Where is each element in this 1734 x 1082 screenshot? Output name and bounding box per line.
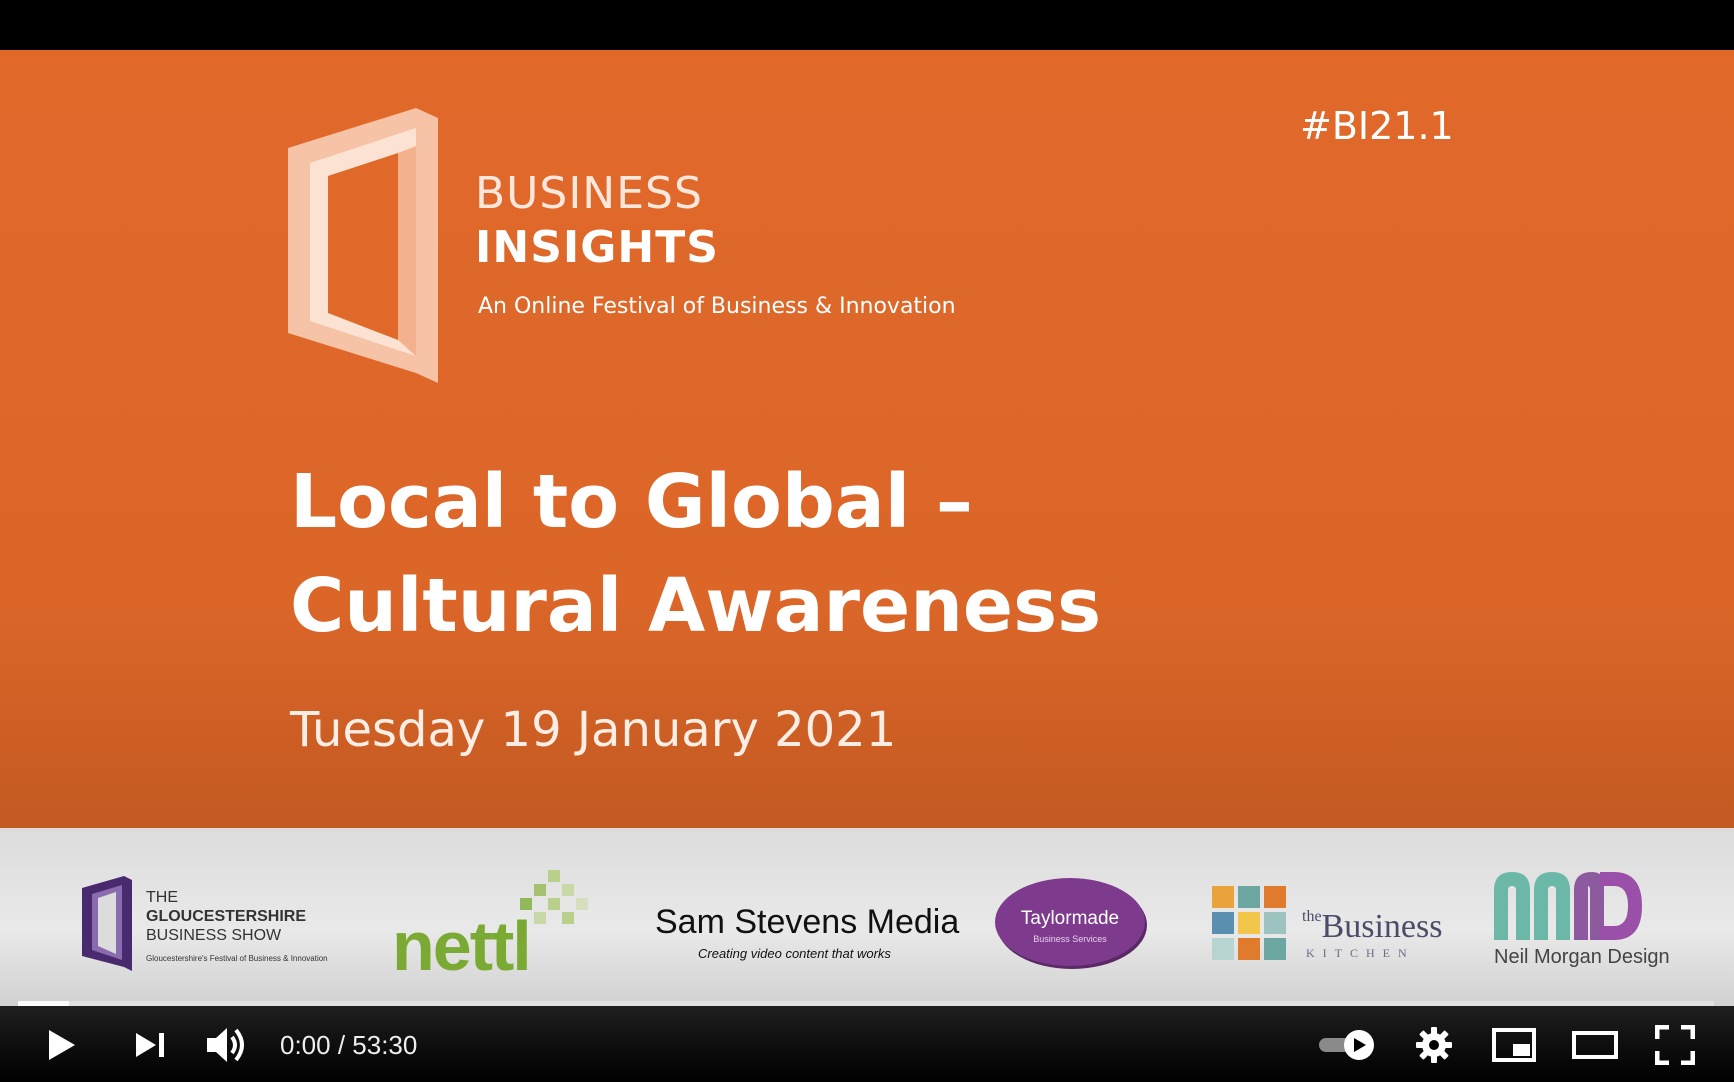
glos-line-3: BUSINESS SHOW	[146, 927, 282, 944]
session-title: Local to Global – Cultural Awareness	[290, 450, 1101, 658]
settings-icon	[1416, 1027, 1452, 1063]
session-title-line-2: Cultural Awareness	[290, 563, 1102, 649]
business-kitchen-logo: theBusiness	[1302, 908, 1442, 946]
gloucestershire-logo-icon	[82, 876, 132, 971]
glos-line-2: GLOUCESTERSHIRE	[146, 908, 307, 925]
fullscreen-button[interactable]	[1652, 1025, 1698, 1065]
nettl-logo: nettl	[392, 907, 532, 985]
mute-button[interactable]	[204, 1028, 250, 1062]
autoplay-icon	[1319, 1030, 1374, 1060]
gloucestershire-logo-text: THE GLOUCESTERSHIRE BUSINESS SHOW Glouce…	[146, 888, 328, 968]
business-kitchen-subtitle: KITCHEN	[1306, 946, 1415, 960]
play-icon	[49, 1030, 75, 1060]
nettl-pixel-icon	[520, 870, 588, 924]
business-kitchen-prefix: the	[1302, 908, 1322, 925]
taylormade-logo: Taylormade	[1020, 908, 1120, 929]
taylormade-subtitle: Business Services	[1033, 934, 1107, 944]
settings-button[interactable]	[1412, 1027, 1456, 1063]
business-insights-logo-icon	[288, 108, 438, 383]
top-letterbox	[0, 0, 1734, 50]
brand-line-1: BUSINESS	[475, 168, 703, 219]
glos-subline: Gloucestershire's Festival of Business &…	[146, 954, 328, 963]
glos-line-1: THE	[146, 889, 178, 906]
next-button[interactable]	[130, 1028, 170, 1062]
player-controls: 0:00 / 53:30	[0, 1006, 1734, 1082]
brand-tagline: An Online Festival of Business & Innovat…	[478, 294, 956, 319]
session-date: Tuesday 19 January 2021	[290, 702, 897, 758]
brand-line-2: INSIGHTS	[475, 222, 719, 273]
next-icon	[136, 1033, 164, 1057]
sam-stevens-logo: Sam Stevens Media	[655, 903, 960, 941]
miniplayer-icon	[1492, 1028, 1536, 1062]
theater-icon	[1572, 1031, 1618, 1059]
theater-button[interactable]	[1570, 1028, 1620, 1062]
time-display: 0:00 / 53:30	[280, 1030, 418, 1060]
sam-stevens-tagline: Creating video content that works	[698, 946, 891, 961]
neil-morgan-monogram-icon	[1494, 872, 1642, 940]
title-slide: BUSINESS INSIGHTS An Online Festival of …	[0, 50, 1734, 828]
neil-morgan-logo-text: Neil Morgan Design	[1494, 946, 1670, 968]
miniplayer-button[interactable]	[1490, 1028, 1538, 1062]
event-hashtag: #BI21.1	[1300, 104, 1454, 148]
video-frame[interactable]: BUSINESS INSIGHTS An Online Festival of …	[0, 50, 1734, 1082]
business-kitchen-name: Business	[1321, 908, 1443, 945]
business-kitchen-icon-grid	[1212, 886, 1286, 960]
fullscreen-icon	[1655, 1025, 1695, 1065]
session-title-line-1: Local to Global –	[290, 459, 973, 545]
play-button[interactable]	[40, 1028, 84, 1062]
volume-icon	[207, 1028, 244, 1062]
autoplay-toggle[interactable]	[1316, 1028, 1378, 1062]
